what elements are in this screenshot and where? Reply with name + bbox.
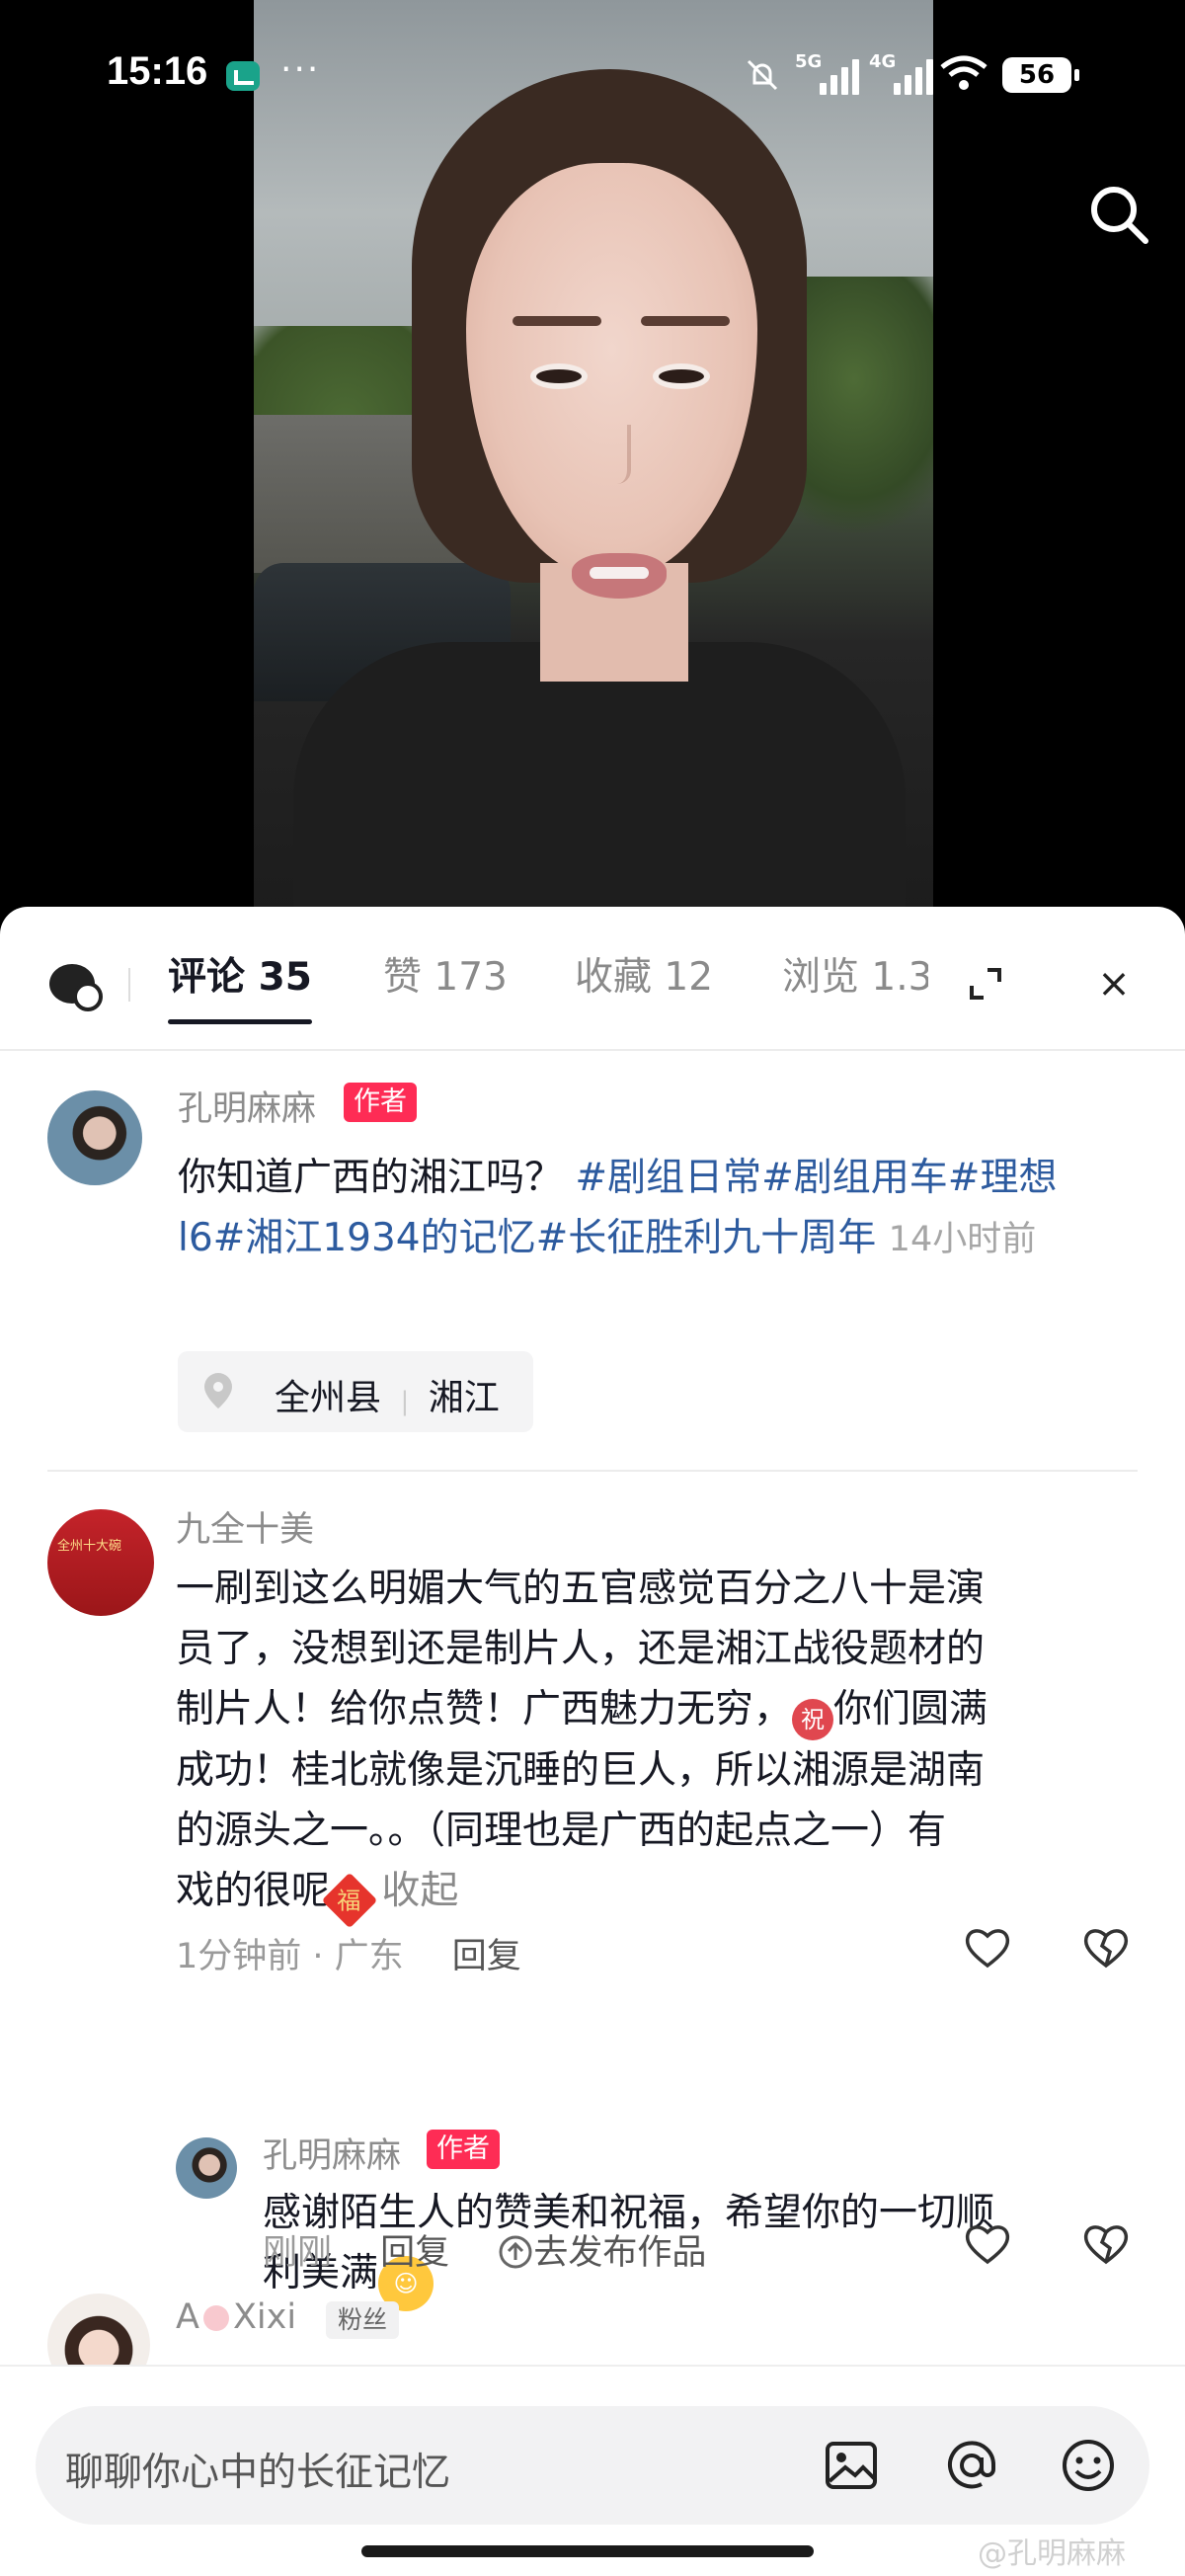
signal-5g-label: 5G	[795, 51, 823, 72]
comment-line: 一刷到这么明媚大气的五官感觉百分之八十是演	[176, 1567, 986, 1611]
username-part: A	[176, 2297, 199, 2337]
reply-button[interactable]: 回复	[380, 2233, 449, 2273]
author-name[interactable]: 孔明麻麻	[263, 2128, 401, 2178]
more-notifications-icon: ···	[280, 49, 321, 90]
comment-list[interactable]: 孔明麻麻 作者 你知道广西的湘江吗？ #剧组日常#剧组用车#理想 l6#湘江19…	[0, 1051, 1185, 2365]
comment-text: 一刷到这么明媚大气的五官感觉百分之八十是演 员了，没想到还是制片人，还是湘江战役…	[176, 1559, 1124, 1929]
comment-line: 你们圆满	[833, 1687, 988, 1731]
fortune-emoji-icon: 福	[321, 1872, 378, 1929]
comment-line: 成功！桂北就像是沉睡的巨人，所以湘源是湖南	[176, 1748, 986, 1793]
location-chip[interactable]: 全州县 | 湘江	[178, 1351, 533, 1432]
home-indicator[interactable]	[361, 2545, 814, 2557]
publish-work-link[interactable]: 去发布作品	[498, 2233, 706, 2273]
signal-4g-label: 4G	[869, 51, 897, 72]
search-icon[interactable]	[1084, 180, 1153, 249]
tab-divider	[128, 968, 130, 1002]
post-time: 14小时前	[888, 1220, 1037, 1259]
comment-tab-bar: 评论 35 赞 173 收藏 12 浏览 1.3 ×	[0, 907, 1185, 1051]
post-caption: 你知道广西的湘江吗？ #剧组日常#剧组用车#理想 l6#湘江1934的记忆#长征…	[178, 1148, 1146, 1270]
signal-bars-icon	[894, 57, 943, 95]
video-person-nose	[601, 425, 631, 484]
at-icon[interactable]	[942, 2436, 1001, 2495]
reply-meta: 刚刚 回复 去发布作品	[263, 2224, 706, 2275]
reply-button[interactable]: 回复	[452, 1937, 521, 1976]
tab-comments[interactable]: 评论 35	[168, 946, 312, 1002]
video-person-eye	[653, 363, 710, 389]
avatar[interactable]	[47, 1090, 142, 1185]
location-pin-icon	[201, 1371, 235, 1410]
avatar[interactable]: 全州十大碗	[47, 1509, 154, 1616]
tab-views[interactable]: 浏览 1.3	[782, 946, 928, 1002]
mute-icon	[743, 55, 782, 95]
publish-icon	[499, 2235, 532, 2269]
hashtag-link[interactable]: #剧组日常#剧组用车#理想	[575, 1156, 1057, 1200]
video-person-brow	[513, 316, 601, 326]
comment-line: 制片人！给你点赞！广西魅力无穷，	[176, 1687, 793, 1731]
collapse-link[interactable]: 收起	[381, 1869, 458, 1913]
status-time: 15:16	[107, 49, 208, 93]
comment-line: 戏的很呢	[176, 1869, 331, 1913]
fan-badge: 粉丝	[326, 2301, 400, 2339]
tab-favorites[interactable]: 收藏 12	[575, 946, 713, 1002]
author-badge: 作者	[344, 1083, 417, 1122]
location-text: 全州县 | 湘江	[275, 1369, 500, 1420]
location-separator: |	[400, 1387, 410, 1416]
watermark: @孔明麻麻	[978, 2536, 1126, 2571]
dislike-icon[interactable]	[1080, 1922, 1132, 1973]
heart-icon[interactable]	[962, 2218, 1013, 2270]
video-person-shirt	[293, 642, 906, 919]
location-county: 全州县	[275, 1378, 382, 1418]
comment-line: 员了，没想到还是制片人，还是湘江战役题材的	[176, 1627, 986, 1671]
tab-likes[interactable]: 赞 173	[383, 946, 508, 1002]
wifi-icon	[938, 53, 989, 93]
username-part: Xixi	[232, 2297, 297, 2337]
image-icon[interactable]	[822, 2436, 881, 2495]
post-text: 你知道广西的湘江吗？	[178, 1156, 564, 1200]
video-person-brow	[641, 316, 730, 326]
avatar-text: 全州十大碗	[57, 1539, 122, 1554]
active-tab-indicator	[168, 1019, 312, 1024]
status-bar: 15:16 ··· 5G 4G 56	[0, 0, 1185, 148]
publish-label: 去发布作品	[533, 2233, 707, 2273]
avatar[interactable]	[176, 2137, 237, 2199]
comment-username[interactable]: 九全十美	[176, 1501, 314, 1552]
comment-line: 的源头之一。。（同理也是广西的起点之一）有	[176, 1809, 947, 1853]
dislike-icon[interactable]	[1080, 2218, 1132, 2270]
heart-icon[interactable]	[962, 1922, 1013, 1973]
divider	[47, 1470, 1138, 1472]
heart-emoji-icon	[202, 2305, 229, 2331]
fortune-emoji-text: 福	[337, 1887, 361, 1915]
expand-icon[interactable]	[966, 964, 1005, 1004]
blessing-emoji-icon: 祝	[792, 1699, 834, 1740]
signal-bars-icon	[820, 57, 869, 95]
emoji-icon[interactable]	[1059, 2436, 1118, 2495]
notification-icon	[226, 61, 260, 91]
reply-time: 刚刚	[263, 2233, 333, 2273]
hashtag-link[interactable]: l6#湘江1934的记忆#长征胜利九十周年	[178, 1216, 876, 1260]
comment-input[interactable]: 聊聊你心中的长征记忆	[36, 2406, 1149, 2525]
comment-input-placeholder: 聊聊你心中的长征记忆	[65, 2451, 451, 2495]
comment-username[interactable]: A Xixi	[176, 2297, 296, 2337]
comment-time-location: 1分钟前 · 广东	[176, 1937, 404, 1976]
close-icon[interactable]: ×	[1094, 964, 1134, 1004]
comment-sheet: 评论 35 赞 173 收藏 12 浏览 1.3 × 孔明麻麻 作者 你知道广西…	[0, 907, 1185, 2576]
video-person-mouth	[572, 553, 667, 599]
comment-meta: 1分钟前 · 广东 回复	[176, 1928, 521, 1978]
chat-bot-icon[interactable]	[49, 964, 103, 1011]
author-name[interactable]: 孔明麻麻	[178, 1081, 316, 1131]
author-badge: 作者	[427, 2130, 500, 2169]
video-person-eye	[530, 363, 588, 389]
battery-indicator: 56	[1002, 57, 1079, 93]
location-place: 湘江	[428, 1378, 500, 1418]
